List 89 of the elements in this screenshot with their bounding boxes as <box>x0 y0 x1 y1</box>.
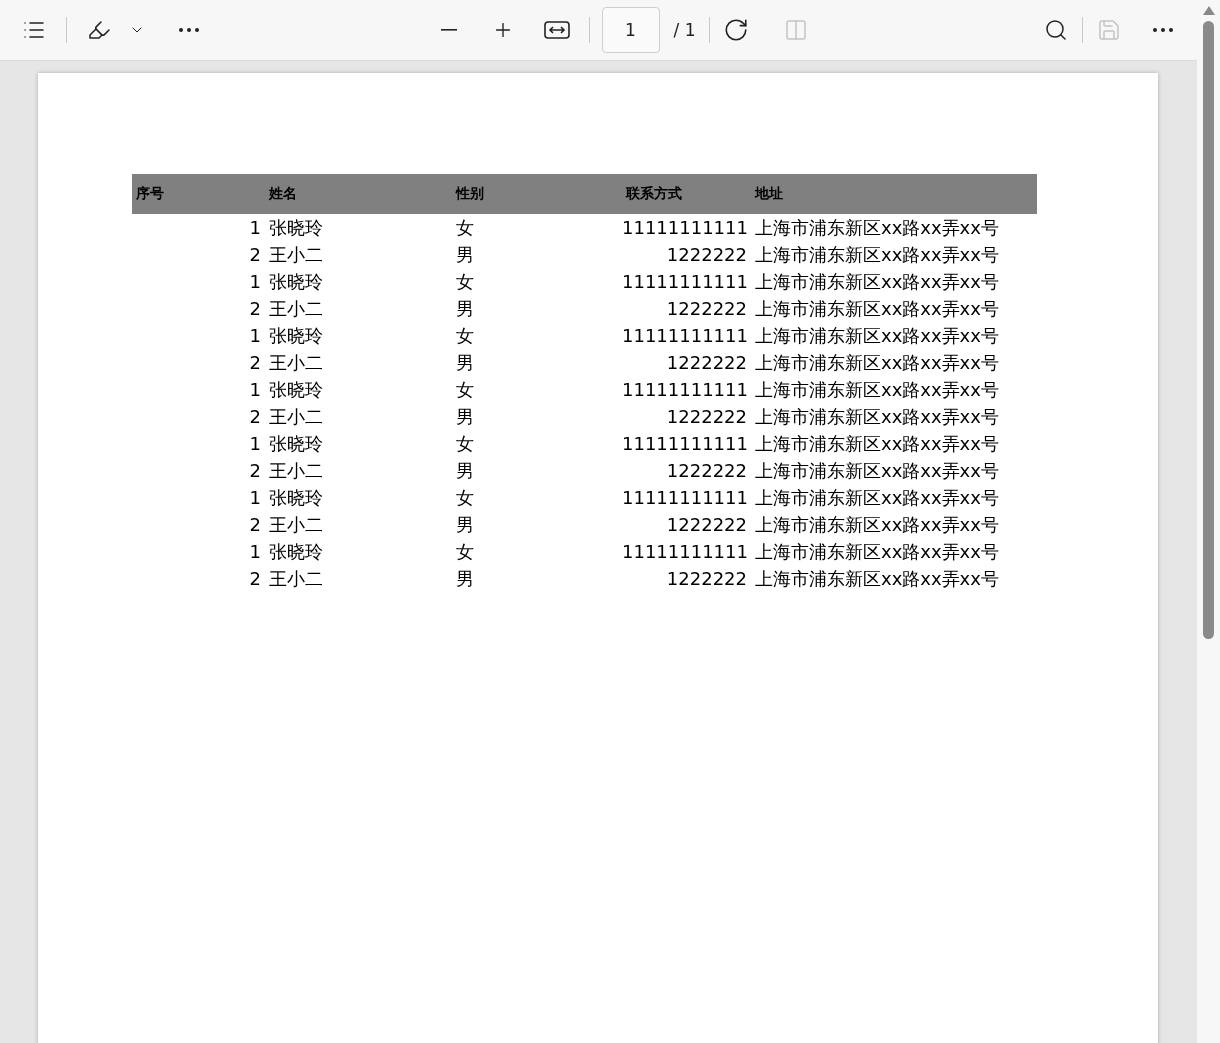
column-header: 性别 <box>454 185 485 203</box>
table-cell-text: 2 <box>248 514 262 535</box>
table-cell-text: 1 <box>248 541 262 562</box>
scrollbar[interactable] <box>1197 0 1220 1043</box>
table-cell-text: 女 <box>455 377 475 402</box>
table-cell-text: 王小二 <box>268 458 324 483</box>
table-cell-text: 女 <box>455 431 475 456</box>
page-total: / 1 <box>673 20 696 40</box>
table-cell-text: 女 <box>455 539 475 564</box>
table-cell-text: 上海市浦东新区xx路xx弄xx号 <box>754 296 1000 321</box>
table-cell-text: 女 <box>455 323 475 348</box>
more-icon <box>179 28 199 32</box>
table-cell-text: 11111111111 <box>622 433 749 454</box>
table-cell-text: 男 <box>455 566 475 591</box>
search-icon <box>1044 18 1068 42</box>
column-header: 地址 <box>753 185 784 203</box>
scroll-up-icon[interactable] <box>1202 6 1215 15</box>
table-cell-text: 男 <box>455 458 475 483</box>
table-cell-text: 男 <box>455 296 475 321</box>
table-cell-text: 张晓玲 <box>268 539 324 564</box>
table-cell-text: 上海市浦东新区xx路xx弄xx号 <box>754 377 1000 402</box>
table-cell-text: 11111111111 <box>622 271 749 292</box>
table-cell-text: 男 <box>455 404 475 429</box>
table-cell-text: 上海市浦东新区xx路xx弄xx号 <box>754 512 1000 537</box>
table-cell-text: 1 <box>248 325 262 346</box>
table-cell-text: 11111111111 <box>622 379 749 400</box>
table-cell-text: 11111111111 <box>622 487 749 508</box>
highlighter-icon <box>87 18 111 42</box>
table-cell-text: 1 <box>248 379 262 400</box>
table-cell-text: 2 <box>248 244 262 265</box>
table-cell-text: 1 <box>248 487 262 508</box>
table-cell-text: 王小二 <box>268 296 324 321</box>
table-cell-text: 1222222 <box>665 352 748 373</box>
save-icon <box>1097 18 1121 42</box>
rotate-icon <box>723 17 750 43</box>
table-cell-text: 2 <box>248 298 262 319</box>
table-cell-text: 男 <box>455 512 475 537</box>
table-cell-text: 1222222 <box>665 298 748 319</box>
column-header: 联系方式 <box>624 185 683 203</box>
table-cell-text: 1 <box>248 433 262 454</box>
fit-width-icon <box>543 20 570 40</box>
table-cell-text: 女 <box>455 485 475 510</box>
table-cell-text: 上海市浦东新区xx路xx弄xx号 <box>754 215 1000 240</box>
table-cell-text: 2 <box>248 352 262 373</box>
table-cell-text: 2 <box>248 568 262 589</box>
table-cell-text: 11111111111 <box>622 541 749 562</box>
scrollbar-thumb[interactable] <box>1203 21 1214 639</box>
table-cell-text: 2 <box>248 460 262 481</box>
column-header: 序号 <box>135 185 165 203</box>
table-cell-text: 上海市浦东新区xx路xx弄xx号 <box>754 323 1000 348</box>
table-cell-text: 上海市浦东新区xx路xx弄xx号 <box>754 431 1000 456</box>
table-cell-text: 王小二 <box>268 512 324 537</box>
table-cell-text: 1222222 <box>665 406 748 427</box>
table-cell-text: 张晓玲 <box>268 215 324 240</box>
table-cell-text: 张晓玲 <box>268 485 324 510</box>
table-cell-text: 上海市浦东新区xx路xx弄xx号 <box>754 404 1000 429</box>
table-cell-text: 1 <box>248 217 262 238</box>
table-cell-text: 1222222 <box>665 244 748 265</box>
page-number-field[interactable]: 1 <box>601 7 660 53</box>
table-cell-text: 1222222 <box>665 514 748 535</box>
two-page-icon <box>784 18 809 42</box>
table-cell-text: 上海市浦东新区xx路xx弄xx号 <box>754 350 1000 375</box>
table-cell-text: 王小二 <box>268 566 324 591</box>
table-cell-text: 11111111111 <box>622 325 749 346</box>
table-cell-text: 1222222 <box>665 460 748 481</box>
table-cell-text: 男 <box>455 350 475 375</box>
table-cell-text: 王小二 <box>268 404 324 429</box>
table-cell-text: 上海市浦东新区xx路xx弄xx号 <box>754 566 1000 591</box>
table-cell-text: 女 <box>455 215 475 240</box>
table-cell-text: 王小二 <box>268 242 324 267</box>
table-cell-text: 张晓玲 <box>268 377 324 402</box>
table-cell-text: 上海市浦东新区xx路xx弄xx号 <box>754 458 1000 483</box>
table-cell-text: 上海市浦东新区xx路xx弄xx号 <box>754 485 1000 510</box>
minus-icon <box>440 29 457 31</box>
table-cell-text: 上海市浦东新区xx路xx弄xx号 <box>754 269 1000 294</box>
table-cell-text: 张晓玲 <box>268 269 324 294</box>
table-cell-text: 男 <box>455 242 475 267</box>
column-header: 姓名 <box>268 185 298 203</box>
table-cell-text: 1 <box>248 271 262 292</box>
table-cell-text: 上海市浦东新区xx路xx弄xx号 <box>754 242 1000 267</box>
table-cell-text: 张晓玲 <box>268 431 324 456</box>
more-icon <box>1153 28 1173 32</box>
table-cell-text: 王小二 <box>268 350 324 375</box>
table-cell-text: 女 <box>455 269 475 294</box>
table-cell-text: 2 <box>248 406 262 427</box>
table-cell-text: 1222222 <box>665 568 748 589</box>
table-cell-text: 张晓玲 <box>268 323 324 348</box>
table-cell-text: 11111111111 <box>622 217 749 238</box>
table-cell-text: 上海市浦东新区xx路xx弄xx号 <box>754 539 1000 564</box>
